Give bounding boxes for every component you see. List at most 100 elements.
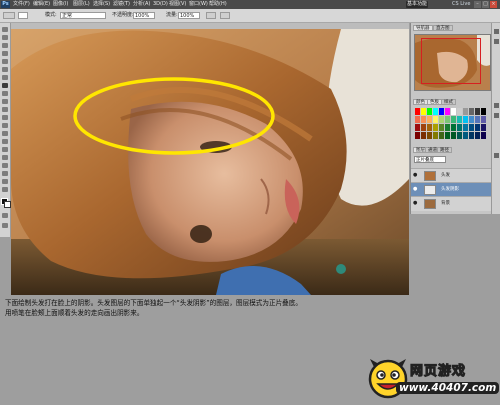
marquee-tool-icon[interactable]: [2, 35, 8, 40]
layer-row[interactable]: ● 背景: [411, 196, 491, 211]
swatch[interactable]: [469, 116, 474, 123]
swatch[interactable]: [439, 124, 444, 131]
swatch[interactable]: [445, 108, 450, 115]
swatch[interactable]: [475, 132, 480, 139]
masks-panel-icon[interactable]: [494, 113, 499, 118]
swatch[interactable]: [445, 116, 450, 123]
layer-row[interactable]: ● 头发: [411, 168, 491, 183]
swatch[interactable]: [463, 108, 468, 115]
workspace-switcher[interactable]: 基本功能: [406, 1, 428, 8]
swatch[interactable]: [439, 108, 444, 115]
eye-icon[interactable]: ●: [413, 187, 419, 192]
shape-tool-icon[interactable]: [2, 163, 8, 168]
swatch[interactable]: [469, 124, 474, 131]
clone-stamp-tool-icon[interactable]: [2, 91, 8, 96]
swatch[interactable]: [457, 108, 462, 115]
swatch[interactable]: [445, 132, 450, 139]
swatch[interactable]: [415, 108, 420, 115]
swatch[interactable]: [433, 132, 438, 139]
dodge-tool-icon[interactable]: [2, 131, 8, 136]
brush-preset-picker[interactable]: [18, 12, 28, 19]
swatch[interactable]: [481, 132, 486, 139]
swatch[interactable]: [415, 116, 420, 123]
swatch[interactable]: [421, 124, 426, 131]
menu-file[interactable]: 文件(F): [13, 0, 30, 9]
menu-image[interactable]: 图像(I): [53, 0, 68, 9]
eye-icon[interactable]: ●: [413, 173, 419, 178]
brand-url[interactable]: www.40407.com: [396, 382, 500, 394]
history-brush-tool-icon[interactable]: [2, 99, 8, 104]
image-canvas[interactable]: [11, 29, 409, 295]
type-tool-icon[interactable]: [2, 147, 8, 152]
swatch[interactable]: [421, 116, 426, 123]
swatch[interactable]: [427, 116, 432, 123]
swatch[interactable]: [457, 116, 462, 123]
eye-icon[interactable]: ●: [413, 201, 419, 206]
swatch[interactable]: [481, 108, 486, 115]
swatch[interactable]: [421, 108, 426, 115]
menu-filter[interactable]: 滤镜(T): [113, 0, 130, 9]
zoom-tool-icon[interactable]: [2, 187, 8, 192]
swatch[interactable]: [427, 124, 432, 131]
swatch[interactable]: [457, 132, 462, 139]
actions-panel-icon[interactable]: [494, 39, 499, 44]
tab-navigator[interactable]: 导航器: [413, 25, 433, 31]
swatch[interactable]: [439, 116, 444, 123]
background-color-swatch[interactable]: [4, 201, 11, 208]
tab-paths[interactable]: 路径: [437, 147, 452, 153]
cs-live-button[interactable]: CS Live: [452, 1, 470, 8]
screen-mode-icon[interactable]: [2, 223, 8, 228]
pen-tool-icon[interactable]: [2, 139, 8, 144]
swatches-grid[interactable]: [414, 107, 489, 142]
menu-3d[interactable]: 3D(D): [153, 0, 168, 9]
swatch[interactable]: [469, 132, 474, 139]
tab-swatches[interactable]: 色板: [427, 99, 442, 105]
eraser-tool-icon[interactable]: [2, 107, 8, 112]
swatch[interactable]: [433, 108, 438, 115]
adjustments-panel-icon[interactable]: [494, 103, 499, 108]
menu-view[interactable]: 视图(V): [169, 0, 186, 9]
swatch[interactable]: [427, 132, 432, 139]
lasso-tool-icon[interactable]: [2, 43, 8, 48]
close-icon[interactable]: ×: [490, 1, 497, 8]
tablet-pressure-icon[interactable]: [220, 12, 230, 19]
swatch[interactable]: [421, 132, 426, 139]
move-tool-icon[interactable]: [2, 27, 8, 32]
menu-help[interactable]: 帮助(H): [209, 0, 227, 9]
opacity-input[interactable]: 100%: [133, 12, 155, 19]
swatch[interactable]: [475, 116, 480, 123]
healing-tool-icon[interactable]: [2, 75, 8, 80]
menu-analysis[interactable]: 分析(A): [133, 0, 150, 9]
swatch[interactable]: [433, 116, 438, 123]
swatch[interactable]: [433, 124, 438, 131]
swatch[interactable]: [451, 132, 456, 139]
menu-layer[interactable]: 图层(L): [73, 0, 90, 9]
airbrush-icon[interactable]: [206, 12, 216, 19]
layer-comps-icon[interactable]: [494, 153, 499, 158]
eyedropper-tool-icon[interactable]: [2, 67, 8, 72]
menu-select[interactable]: 选择(S): [93, 0, 110, 9]
swatch[interactable]: [451, 108, 456, 115]
swatch[interactable]: [481, 124, 486, 131]
gradient-tool-icon[interactable]: [2, 115, 8, 120]
swatch[interactable]: [463, 116, 468, 123]
3d-rotate-tool-icon[interactable]: [2, 171, 8, 176]
tab-color[interactable]: 颜色: [413, 99, 428, 105]
navigator-preview[interactable]: [414, 34, 491, 91]
maximize-icon[interactable]: □: [482, 1, 489, 8]
swatch[interactable]: [427, 108, 432, 115]
minimize-icon[interactable]: –: [474, 1, 481, 8]
brush-tool-icon[interactable]: [2, 83, 8, 88]
mode-select[interactable]: 正常: [60, 12, 106, 19]
hand-tool-icon[interactable]: [2, 179, 8, 184]
quick-mask-icon[interactable]: [2, 213, 8, 218]
swatch[interactable]: [463, 132, 468, 139]
blur-tool-icon[interactable]: [2, 123, 8, 128]
swatch[interactable]: [457, 124, 462, 131]
tab-histogram[interactable]: 直方图: [433, 25, 453, 31]
swatch[interactable]: [481, 116, 486, 123]
quick-select-tool-icon[interactable]: [2, 51, 8, 56]
history-panel-icon[interactable]: [494, 29, 499, 34]
swatch[interactable]: [469, 108, 474, 115]
blend-mode-select[interactable]: 正片叠底: [414, 156, 446, 163]
